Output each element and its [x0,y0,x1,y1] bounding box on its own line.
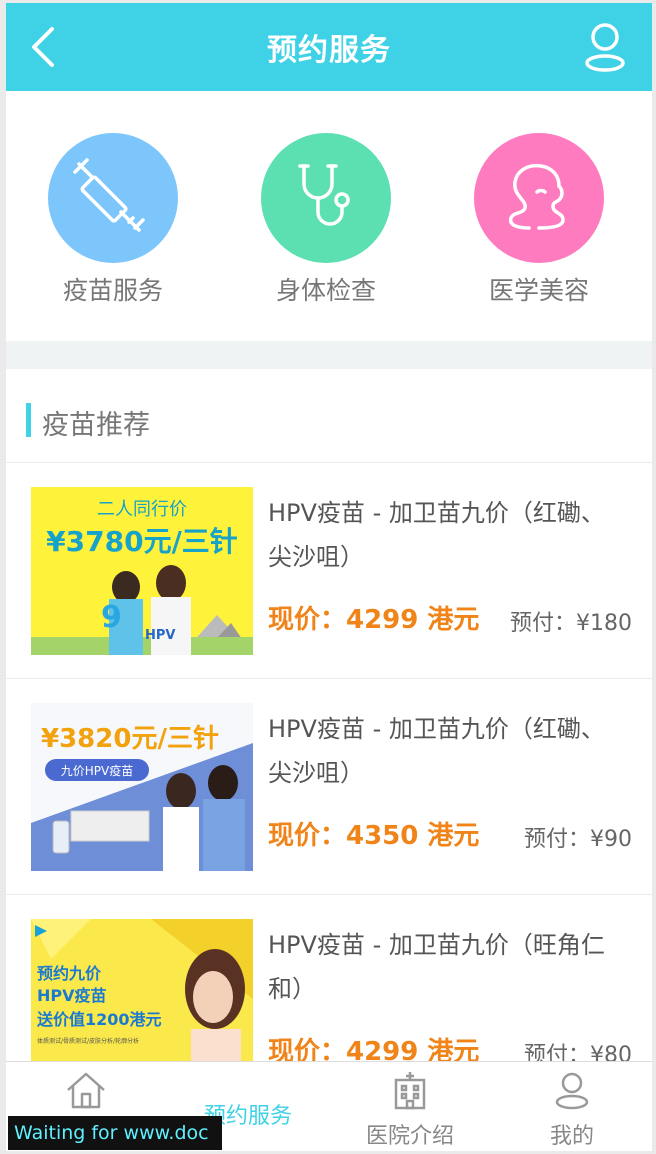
category-aesthetics[interactable]: 医学美容 [464,133,614,307]
product-name: HPV疫苗 - 加卫苗九价（红磡、尖沙咀） [268,499,605,571]
product-price: 现价：4350 港元 [268,821,480,851]
banner-line3: 送价值1200港元 [36,1010,162,1029]
product-image: ¥3820元/三针 九价HPV疫苗 [31,703,253,871]
user-icon [555,1072,589,1110]
banner-line1: 预约九价 [37,964,102,983]
product-price: 现价：4299 港元 [268,605,480,635]
banner-price-text: ¥3780元/三针 [46,525,238,558]
category-label: 疫苗服务 [62,276,163,305]
tab-mine[interactable]: 我的 [492,1070,652,1150]
face-profile-icon [474,133,604,263]
product-name: HPV疫苗 - 加卫苗九价（旺角仁和） [268,931,605,1003]
category-vaccine[interactable]: 疫苗服务 [38,133,188,307]
category-label: 身体检查 [275,276,376,305]
category-checkup[interactable]: 身体检查 [251,133,401,307]
section-header: 疫苗推荐 [6,369,652,463]
category-grid: 疫苗服务 身体检查 医学美容 [6,91,652,341]
banner-hpv-text: HPV [145,628,175,643]
banner-tag-text: 九价HPV疫苗 [61,763,133,778]
banner-line2: HPV疫苗 [37,986,107,1005]
stethoscope-icon [261,133,391,263]
syringe-icon [48,133,178,263]
banner-price-text: ¥3820元/三针 [41,724,219,754]
product-prepay: 预付：¥90 [524,827,632,852]
profile-button[interactable] [582,21,628,73]
section-accent-bar [26,403,31,437]
divider [6,341,652,369]
tab-home[interactable] [6,1070,166,1118]
user-icon [585,23,625,72]
product-image: 二人同行价 ¥3780元/三针 9 HPV [31,487,253,655]
product-name: HPV疫苗 - 加卫苗九价（红磡、尖沙咀） [268,715,605,787]
section-title: 疫苗推荐 [42,410,150,441]
product-card[interactable]: 二人同行价 ¥3780元/三针 9 HPV HPV疫苗 - 加卫苗九价（红磡、尖… [6,463,652,679]
category-label: 医学美容 [488,276,589,305]
top-bar: 预约服务 [6,3,652,91]
loading-status: Waiting for www.doc [8,1116,222,1150]
page-title: 预约服务 [267,33,391,68]
tab-label: 我的 [549,1124,594,1149]
home-icon [67,1072,105,1109]
product-card[interactable]: ¥3820元/三针 九价HPV疫苗 HPV疫苗 - 加卫苗九价（红磡、尖沙咀） … [6,679,652,895]
tab-label: 医院介绍 [365,1124,454,1149]
app-frame: 预约服务 疫苗服务 身体检查 医学美容 疫苗推荐 二人同行价 ¥3780元/三针… [6,3,652,1151]
hospital-icon [394,1072,426,1110]
banner-line4: 体质测试/骨质测试/皮肤分析/轮廓分析 [37,1037,139,1045]
product-prepay: 预付：¥180 [510,611,632,636]
banner-top-text: 二人同行价 [97,499,187,520]
svg-text:9: 9 [101,600,122,635]
tab-hospital[interactable]: 医院介绍 [330,1070,490,1150]
